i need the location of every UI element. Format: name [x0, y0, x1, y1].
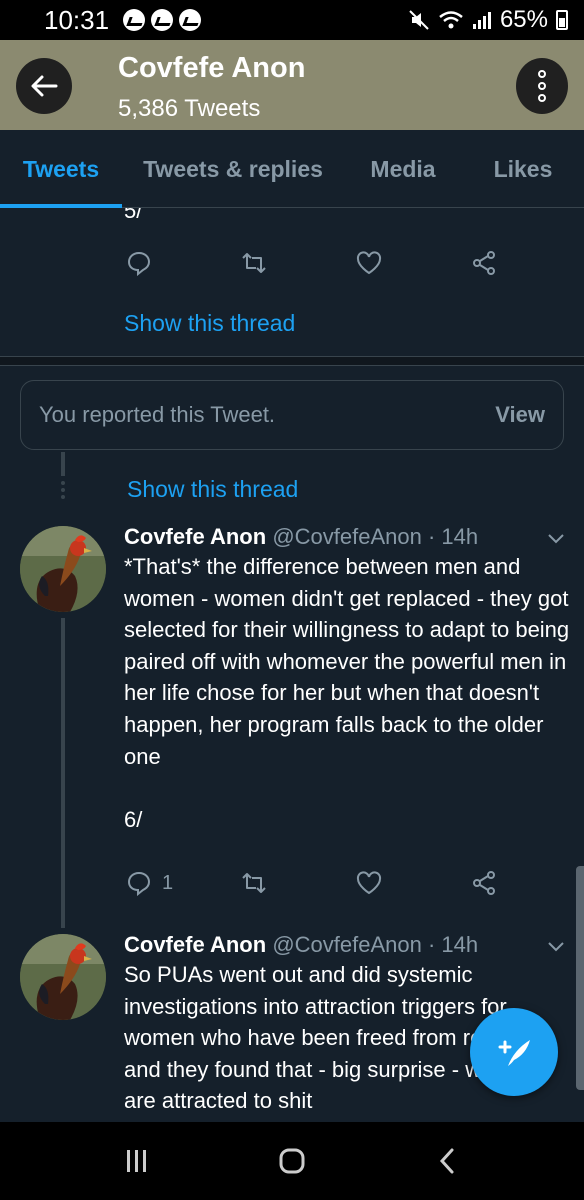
tab-likes[interactable]: Likes	[462, 130, 584, 208]
avatar[interactable]	[20, 526, 106, 612]
reply-button[interactable]: 1	[126, 868, 241, 898]
thread-gap-dots	[60, 478, 66, 499]
view-reported-button[interactable]: View	[495, 402, 545, 428]
reply-button[interactable]	[126, 248, 241, 278]
author-name[interactable]: Covfefe Anon	[124, 524, 266, 549]
share-icon	[473, 251, 495, 275]
show-thread-link[interactable]: Show this thread	[127, 476, 298, 503]
signal-icon	[472, 12, 491, 29]
tweet-header: Covfefe Anon @CovfefeAnon · 14h	[124, 932, 478, 958]
share-button[interactable]	[471, 868, 584, 898]
retweet-button[interactable]	[241, 868, 356, 898]
profile-header: Covfefe Anon 5,386 Tweets	[0, 40, 584, 130]
compose-tweet-button[interactable]	[470, 1008, 558, 1096]
tweet-time: · 14h	[427, 932, 479, 957]
retweet-icon	[242, 253, 266, 273]
more-vertical-icon	[538, 70, 546, 78]
status-indicators: 65%	[408, 6, 568, 34]
previous-tweet-actions	[126, 248, 584, 278]
messenger-notification-icon	[179, 9, 202, 31]
reported-text: You reported this Tweet.	[39, 402, 276, 427]
reply-icon	[127, 251, 151, 276]
reply-count: 1	[162, 871, 174, 894]
tweet-time: · 14h	[427, 524, 479, 549]
mute-icon	[409, 10, 429, 30]
like-icon	[356, 871, 382, 895]
profile-tabs: Tweets Tweets & replies Media Likes	[0, 130, 584, 208]
fast-scroll-handle[interactable]	[576, 866, 584, 1090]
share-button[interactable]	[471, 248, 584, 278]
recent-apps-icon	[127, 1150, 147, 1172]
reported-tweet-notice: You reported this Tweet. View	[20, 380, 564, 450]
tweet-actions: 1	[126, 868, 584, 898]
battery-icon	[556, 10, 568, 30]
wifi-icon	[439, 11, 463, 29]
show-thread-link[interactable]: Show this thread	[124, 310, 295, 337]
tweet-text: *That's* the difference between men and …	[124, 554, 570, 832]
share-icon	[473, 871, 495, 895]
messenger-notification-icon	[123, 9, 146, 31]
tweet-count: 5,386 Tweets	[118, 95, 261, 122]
tab-media[interactable]: Media	[344, 130, 462, 208]
like-icon	[356, 251, 382, 275]
status-bar: 10:31 65%	[0, 0, 584, 40]
retweet-icon	[242, 873, 266, 893]
author-handle[interactable]: @CovfefeAnon	[272, 524, 422, 549]
back-button[interactable]	[16, 58, 72, 114]
reply-icon	[127, 871, 151, 896]
back-arrow-icon	[31, 75, 58, 97]
thread-line	[61, 452, 65, 476]
back-nav-icon	[439, 1148, 454, 1174]
like-button[interactable]	[356, 868, 471, 898]
thread-line	[61, 618, 65, 928]
more-options-button[interactable]	[516, 58, 568, 114]
avatar[interactable]	[20, 934, 106, 1020]
section-divider	[0, 356, 584, 366]
battery-percent: 65%	[499, 6, 548, 33]
previous-tweet-text: 5/	[124, 208, 143, 223]
chevron-down-icon[interactable]	[546, 936, 566, 956]
timeline[interactable]: 5/ Show this thread You reported this Tw…	[0, 208, 584, 1122]
tab-tweets[interactable]: Tweets	[0, 130, 122, 208]
compose-icon	[498, 1040, 530, 1066]
status-time: 10:31	[44, 4, 110, 35]
author-name[interactable]: Covfefe Anon	[124, 932, 266, 957]
author-handle[interactable]: @CovfefeAnon	[272, 932, 422, 957]
messenger-notification-icon	[151, 9, 174, 31]
like-button[interactable]	[356, 248, 471, 278]
profile-name: Covfefe Anon	[118, 52, 306, 84]
rooster-avatar-image	[20, 526, 106, 612]
chevron-down-icon[interactable]	[546, 528, 566, 548]
retweet-button[interactable]	[241, 248, 356, 278]
back-nav-button[interactable]	[417, 1141, 477, 1181]
rooster-avatar-image	[20, 934, 106, 1020]
home-button[interactable]	[262, 1141, 322, 1181]
tab-tweets-replies[interactable]: Tweets & replies	[122, 130, 344, 208]
system-navigation-bar	[0, 1122, 584, 1200]
home-icon	[279, 1148, 305, 1174]
recent-apps-button[interactable]	[107, 1141, 167, 1181]
tweet-header: Covfefe Anon @CovfefeAnon · 14h	[124, 524, 478, 550]
